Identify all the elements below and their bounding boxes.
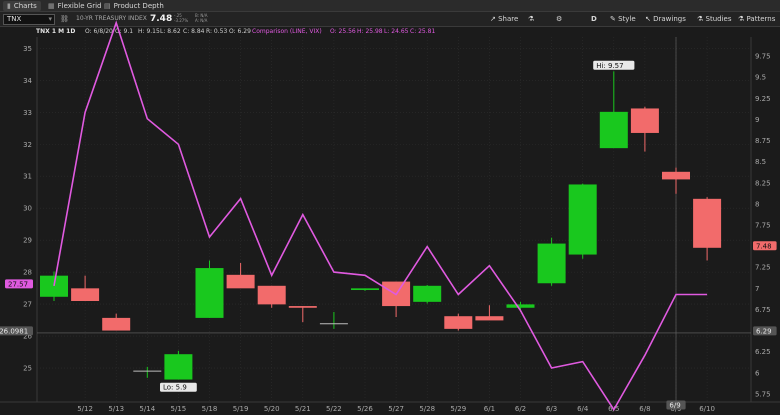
left-axis-tick: 35: [23, 45, 32, 53]
candle-down: [662, 171, 690, 180]
candle-down: [226, 274, 255, 289]
x-axis-tick: 5/19: [233, 405, 249, 413]
right-axis-tick: 9.25: [755, 95, 771, 103]
left-axis-tick: 25: [23, 365, 32, 373]
left-axis-tick: 31: [23, 173, 32, 181]
left-axis-tick: 34: [23, 77, 32, 85]
x-axis-tick: 6/1: [484, 405, 495, 413]
right-axis-tick: 8.5: [755, 158, 766, 166]
x-axis-tick: 6/3: [546, 405, 557, 413]
left-axis-tick: 27: [23, 301, 32, 309]
candle-down: [693, 198, 722, 248]
left-axis-tick: 32: [23, 141, 32, 149]
left-axis-tick: 29: [23, 237, 32, 245]
lo-label: Lo: 5.9: [163, 384, 187, 392]
x-axis-tick: 5/12: [77, 405, 93, 413]
x-axis-tick: 5/13: [108, 405, 124, 413]
candle-down: [444, 316, 473, 329]
x-axis-tick: 5/18: [202, 405, 218, 413]
vix-last-value: 27.57: [8, 280, 28, 288]
right-axis-tick: 7.75: [755, 222, 771, 230]
right-axis-tick: 7: [755, 285, 759, 293]
candle-up: [568, 184, 597, 255]
plot-background: [0, 37, 780, 415]
x-axis-tick: 5/20: [264, 405, 280, 413]
right-axis-tick: 9.75: [755, 53, 771, 61]
price-chart[interactable]: 25262728293031323334355.7566.256.56.7577…: [0, 0, 780, 415]
right-axis-tick: 6.25: [755, 348, 771, 356]
candle-down: [257, 285, 286, 305]
crosshair-left-value: 26.0981: [0, 327, 28, 335]
candle-up: [40, 275, 68, 297]
right-axis-tick: 8.75: [755, 137, 771, 145]
x-axis-tick: 5/21: [295, 405, 311, 413]
x-axis-tick: 6/4: [577, 405, 589, 413]
candle-up: [164, 354, 193, 380]
x-axis-tick: 5/27: [388, 405, 404, 413]
hi-label: Hi: 9.57: [596, 62, 623, 70]
candle-down: [71, 288, 100, 301]
candle-up: [351, 288, 379, 291]
x-axis-tick: 5/26: [357, 405, 373, 413]
candle-up: [195, 268, 224, 318]
x-axis-tick: 5/28: [419, 405, 435, 413]
right-axis-tick: 8: [755, 200, 759, 208]
x-axis-tick: 5/29: [450, 405, 466, 413]
crosshair-right-value: 6.29: [756, 327, 772, 335]
cursor-date: 6/9: [669, 402, 680, 410]
right-axis-tick: 6.75: [755, 306, 771, 314]
x-axis-tick: 6/2: [515, 405, 526, 413]
x-axis-tick: 5/22: [326, 405, 342, 413]
candle-up: [413, 285, 442, 302]
candle-down: [475, 316, 504, 321]
candle-up: [599, 111, 628, 149]
right-axis-tick: 8.25: [755, 179, 771, 187]
left-axis-tick: 30: [23, 205, 32, 213]
right-axis-tick: 5.75: [755, 390, 771, 398]
left-axis-tick: 33: [23, 109, 32, 117]
right-axis-tick: 9: [755, 116, 759, 124]
right-axis-tick: 9.5: [755, 74, 766, 82]
left-axis-tick: 28: [23, 269, 32, 277]
candle-up: [506, 304, 535, 308]
candle-down: [102, 317, 131, 331]
x-axis-tick: 5/14: [139, 405, 155, 413]
x-axis-tick: 6/10: [699, 405, 715, 413]
candle-down: [630, 108, 659, 133]
last-price-marker: 7.48: [756, 242, 772, 250]
right-axis-tick: 7.25: [755, 264, 771, 272]
x-axis-tick: 5/15: [171, 405, 187, 413]
right-axis-tick: 6: [755, 369, 760, 377]
candle-up: [537, 243, 566, 284]
candle-down: [288, 306, 317, 308]
x-axis-tick: 6/8: [639, 405, 650, 413]
